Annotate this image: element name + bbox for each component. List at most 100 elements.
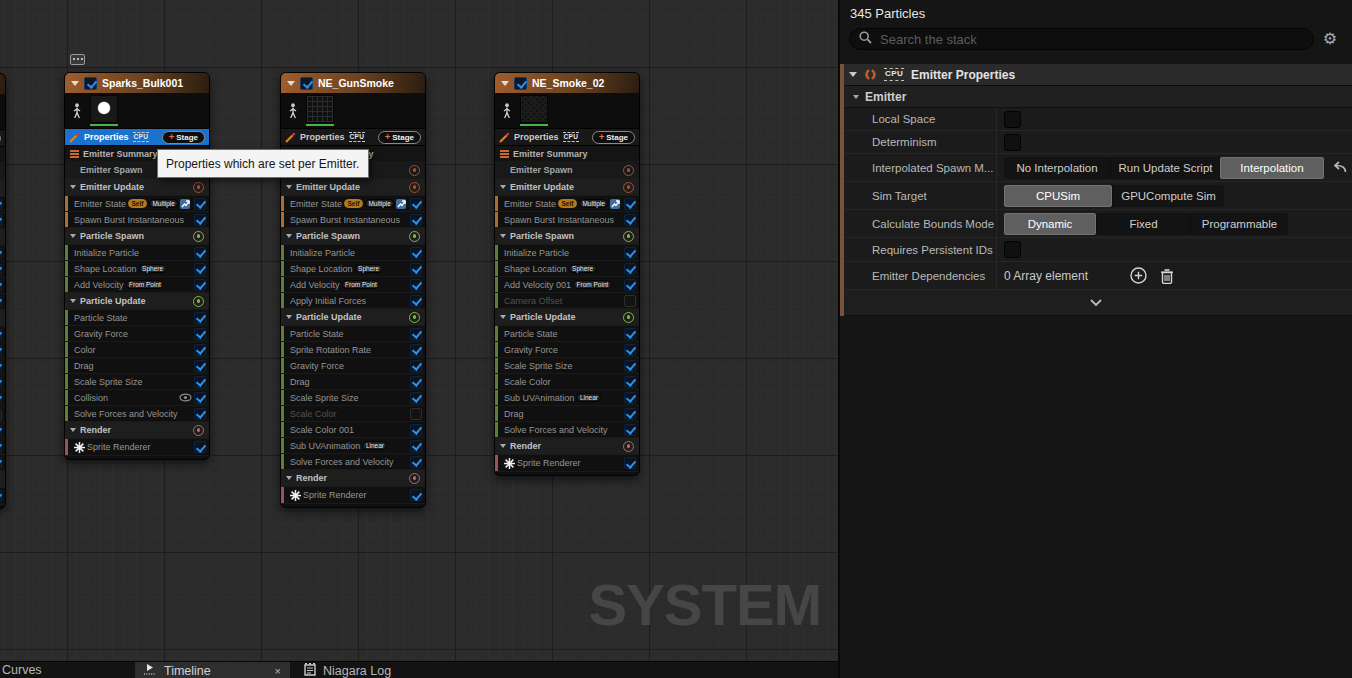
module-row[interactable]: Solve Forces and Velocity bbox=[0, 455, 5, 471]
collapse-arrow-icon[interactable] bbox=[500, 315, 506, 319]
add-stage-button[interactable]: +Stage bbox=[378, 131, 421, 144]
search-input[interactable]: Search the stack bbox=[849, 28, 1314, 50]
module-row[interactable]: Apply Initial Forces bbox=[281, 293, 425, 309]
module-enabled-checkbox[interactable] bbox=[410, 440, 422, 452]
module-enabled-checkbox[interactable] bbox=[194, 214, 206, 226]
module-row[interactable]: Sprite Renderer bbox=[281, 487, 425, 504]
section-header-row[interactable]: Particle Update bbox=[281, 309, 425, 326]
module-row[interactable]: Emitter StateSelfMultiple bbox=[495, 196, 639, 212]
module-row[interactable]: Drag bbox=[495, 406, 639, 422]
collapse-arrow-icon[interactable] bbox=[286, 315, 292, 319]
collapse-arrow-icon[interactable] bbox=[70, 299, 76, 303]
section-header-row[interactable]: Emitter Update bbox=[495, 179, 639, 196]
module-row[interactable]: Solve Forces and Velocity bbox=[495, 422, 639, 438]
module-enabled-checkbox[interactable] bbox=[194, 392, 206, 404]
emitter-thumbnail[interactable] bbox=[90, 94, 118, 127]
segment-option[interactable]: Run Update Script bbox=[1110, 157, 1220, 179]
module-enabled-checkbox[interactable] bbox=[194, 441, 206, 453]
module-enabled-checkbox[interactable] bbox=[194, 328, 206, 340]
module-enabled-checkbox[interactable] bbox=[410, 295, 422, 307]
module-row[interactable]: Initialize Particle bbox=[65, 245, 209, 261]
emitter-enabled-checkbox[interactable] bbox=[514, 77, 527, 90]
module-row[interactable]: Scale Color 001 bbox=[0, 423, 5, 439]
module-row[interactable]: Apply Initial Forces bbox=[0, 294, 5, 310]
module-row[interactable]: Solve Forces and Velocity bbox=[65, 406, 209, 422]
module-row[interactable]: Drag bbox=[0, 375, 5, 391]
module-enabled-checkbox[interactable] bbox=[0, 248, 2, 260]
module-enabled-checkbox[interactable] bbox=[0, 490, 2, 502]
module-enabled-checkbox[interactable] bbox=[194, 408, 206, 420]
module-row[interactable]: Emitter StateSelfMultiple bbox=[0, 197, 5, 213]
segment-option[interactable]: No Interpolation bbox=[1004, 157, 1110, 179]
emitter-summary-row[interactable]: Emitter Summary bbox=[0, 147, 5, 163]
property-checkbox[interactable] bbox=[1004, 111, 1021, 128]
module-row[interactable]: Add VelocityFrom Point bbox=[65, 277, 209, 293]
section-header-row[interactable]: Render bbox=[65, 422, 209, 439]
module-enabled-checkbox[interactable] bbox=[624, 247, 636, 259]
add-element-icon[interactable] bbox=[1130, 267, 1147, 284]
module-row[interactable]: Sprite Renderer bbox=[495, 455, 639, 472]
section-header-row[interactable]: Render bbox=[495, 438, 639, 455]
module-enabled-checkbox[interactable] bbox=[410, 344, 422, 356]
module-row[interactable]: Add VelocityFrom Point bbox=[281, 277, 425, 293]
module-row[interactable]: Gravity Force bbox=[65, 326, 209, 342]
module-row[interactable]: Scale Color 001 bbox=[281, 422, 425, 438]
module-row[interactable]: Sub UVAnimationLinear bbox=[495, 390, 639, 406]
section-header-row[interactable]: Particle Update bbox=[65, 293, 209, 310]
module-enabled-checkbox[interactable] bbox=[410, 247, 422, 259]
collapse-arrow-icon[interactable] bbox=[500, 185, 506, 189]
property-checkbox[interactable] bbox=[1004, 134, 1021, 151]
close-icon[interactable]: × bbox=[275, 665, 281, 677]
module-enabled-checkbox[interactable] bbox=[410, 424, 422, 436]
module-enabled-checkbox[interactable] bbox=[624, 408, 636, 420]
module-row[interactable]: Shape LocationSphere bbox=[495, 261, 639, 277]
section-header-row[interactable]: Particle Spawn bbox=[281, 228, 425, 245]
module-row[interactable]: Scale Sprite Size bbox=[65, 374, 209, 390]
section-header-row[interactable]: Emitter Update bbox=[281, 179, 425, 196]
module-enabled-checkbox[interactable] bbox=[0, 441, 2, 453]
undo-icon[interactable] bbox=[1330, 154, 1347, 181]
add-stage-button[interactable]: +Stage bbox=[0, 132, 1, 145]
module-enabled-checkbox[interactable] bbox=[410, 279, 422, 291]
module-enabled-checkbox[interactable] bbox=[410, 360, 422, 372]
section-header-row[interactable]: Particle Update bbox=[0, 310, 5, 327]
module-row[interactable]: Spawn Burst Instantaneous bbox=[65, 212, 209, 228]
module-row[interactable]: Solve Forces and Velocity bbox=[281, 454, 425, 470]
module-enabled-checkbox[interactable] bbox=[194, 312, 206, 324]
module-enabled-checkbox[interactable] bbox=[624, 198, 636, 210]
module-row[interactable]: Scale Color bbox=[281, 406, 425, 422]
module-enabled-checkbox[interactable] bbox=[194, 344, 206, 356]
delete-element-icon[interactable] bbox=[1160, 268, 1174, 284]
segment-option[interactable]: GPUCompute Sim bbox=[1112, 185, 1224, 207]
module-enabled-checkbox[interactable] bbox=[194, 279, 206, 291]
module-row[interactable]: Scale Color bbox=[495, 374, 639, 390]
emitter-thumbnail[interactable] bbox=[520, 94, 548, 127]
properties-row[interactable]: PropertiesCPU+Stage bbox=[495, 129, 639, 146]
module-row[interactable]: Scale Sprite Size bbox=[495, 358, 639, 374]
module-row[interactable]: Collision bbox=[65, 390, 209, 406]
module-row[interactable]: Initialize Particle bbox=[495, 245, 639, 261]
module-enabled-checkbox[interactable] bbox=[410, 328, 422, 340]
module-enabled-checkbox[interactable] bbox=[0, 215, 2, 227]
module-enabled-checkbox[interactable] bbox=[410, 489, 422, 501]
module-row[interactable]: Scale Sprite Size bbox=[0, 391, 5, 407]
section-header-row[interactable]: Particle Update bbox=[495, 309, 639, 326]
module-enabled-checkbox[interactable] bbox=[624, 376, 636, 388]
module-row[interactable]: Particle State bbox=[65, 310, 209, 326]
segment-option[interactable]: Dynamic bbox=[1004, 213, 1096, 235]
module-row[interactable]: Initialize Particle bbox=[281, 245, 425, 261]
collapse-arrow-icon[interactable] bbox=[287, 81, 295, 86]
properties-row[interactable]: PropertiesCPU+Stage bbox=[0, 130, 5, 147]
section-header-row[interactable]: Render bbox=[0, 471, 5, 488]
module-enabled-checkbox[interactable] bbox=[624, 360, 636, 372]
emitter-node-header[interactable]: NE_GunSmoke bbox=[281, 73, 425, 93]
module-enabled-checkbox[interactable] bbox=[410, 214, 422, 226]
module-enabled-checkbox[interactable] bbox=[410, 408, 422, 420]
module-row[interactable]: Particle State bbox=[495, 326, 639, 342]
tab-timeline[interactable]: Timeline × bbox=[135, 662, 290, 678]
collapse-arrow-icon[interactable] bbox=[70, 234, 76, 238]
module-row[interactable]: Drag bbox=[65, 358, 209, 374]
module-enabled-checkbox[interactable] bbox=[410, 263, 422, 275]
collapse-arrow-icon[interactable] bbox=[501, 81, 509, 86]
module-enabled-checkbox[interactable] bbox=[0, 377, 2, 389]
